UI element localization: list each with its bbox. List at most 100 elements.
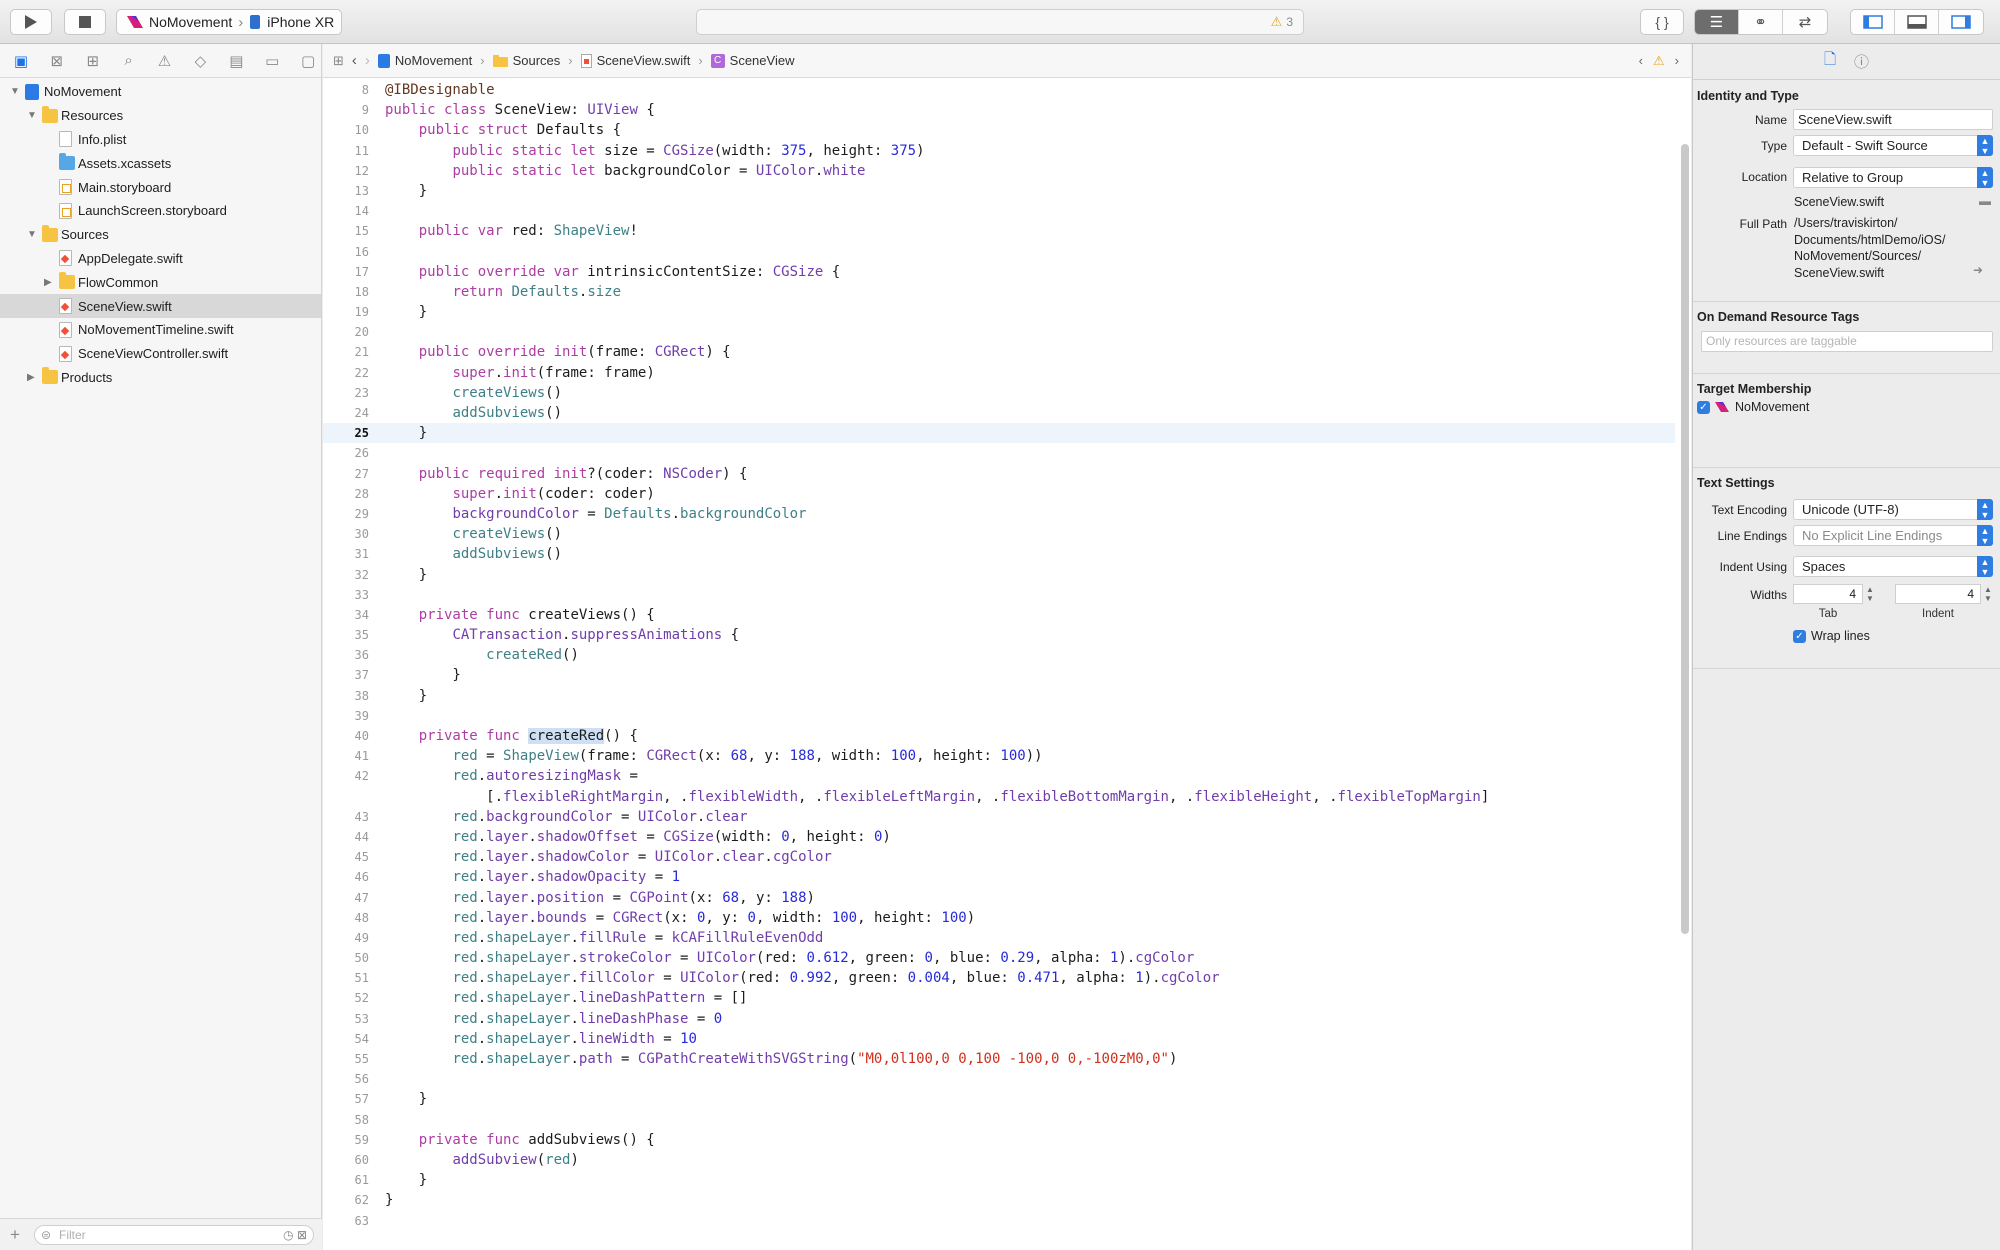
code-line[interactable]: 57 } (323, 1089, 1675, 1109)
code-line[interactable]: 55 red.shapeLayer.path = CGPathCreateWit… (323, 1049, 1675, 1069)
filter-input[interactable]: ⊜ Filter ◷ ⊠ (34, 1225, 314, 1245)
code-line[interactable]: 12 public static let backgroundColor = U… (323, 161, 1675, 181)
tab-width-field[interactable]: 4 (1793, 584, 1863, 604)
code-line[interactable]: 49 red.shapeLayer.fillRule = kCAFillRule… (323, 928, 1675, 948)
code-line[interactable]: 58 (323, 1110, 1675, 1130)
code-line[interactable]: 54 red.shapeLayer.lineWidth = 10 (323, 1029, 1675, 1049)
code-line[interactable]: 27 public required init?(coder: NSCoder)… (323, 464, 1675, 484)
code-line[interactable]: 14 (323, 201, 1675, 221)
code-line[interactable]: 59 private func addSubviews() { (323, 1130, 1675, 1150)
breadcrumb-folder[interactable]: Sources (492, 53, 560, 68)
library-button[interactable]: { } (1640, 9, 1684, 35)
issue-icon[interactable]: ⚠ (152, 52, 178, 70)
code-line[interactable]: 44 red.layer.shadowOffset = CGSize(width… (323, 827, 1675, 847)
indent-width-stepper[interactable]: ▲ ▼ (1984, 585, 1994, 603)
encoding-select[interactable]: Unicode (UTF-8) ▲ ▼ (1793, 499, 1993, 520)
code-line[interactable]: [.flexibleRightMargin, .flexibleWidth, .… (323, 787, 1675, 807)
folder-icon[interactable]: ▬ (1979, 194, 1991, 208)
file-tree-row[interactable]: Info.plist (0, 128, 321, 152)
breadcrumb-project[interactable]: NoMovement (377, 53, 472, 68)
warning-icon[interactable]: ⚠ (1653, 53, 1665, 69)
location-select[interactable]: Relative to Group ▲ ▼ (1793, 167, 1993, 188)
code-line[interactable]: 46 red.layer.shadowOpacity = 1 (323, 867, 1675, 887)
breakpoint-icon[interactable]: ▭ (259, 52, 285, 70)
toggle-inspector-button[interactable] (1939, 10, 1983, 34)
code-line[interactable]: 34 private func createViews() { (323, 605, 1675, 625)
code-line[interactable]: 30 createViews() (323, 524, 1675, 544)
code-line[interactable]: 15 public var red: ShapeView! (323, 221, 1675, 241)
code-line[interactable]: 42 red.autoresizingMask = (323, 766, 1675, 786)
source-control-icon[interactable]: ⊠ (44, 52, 70, 70)
test-icon[interactable]: ◇ (187, 52, 213, 70)
code-area[interactable]: 8 @IBDesignable 9 public class SceneView: U… (323, 80, 1675, 1231)
code-line[interactable]: 32 } (323, 565, 1675, 585)
code-line[interactable]: 48 red.layer.bounds = CGRect(x: 0, y: 0,… (323, 908, 1675, 928)
code-line[interactable]: 51 red.shapeLayer.fillColor = UIColor(re… (323, 968, 1675, 988)
code-line[interactable]: 39 (323, 706, 1675, 726)
code-line[interactable]: 36 createRed() (323, 645, 1675, 665)
code-line[interactable]: 8 @IBDesignable (323, 80, 1675, 100)
code-line[interactable]: 35 CATransaction.suppressAnimations { (323, 625, 1675, 645)
warning-indicator[interactable]: ⚠ 3 (1271, 14, 1293, 30)
target-checkbox[interactable]: ✓ (1697, 401, 1710, 414)
code-line[interactable]: 31 addSubviews() (323, 544, 1675, 564)
folder-icon[interactable]: ▣ (8, 52, 34, 70)
code-line[interactable]: 37 } (323, 665, 1675, 685)
code-line[interactable]: 29 backgroundColor = Defaults.background… (323, 504, 1675, 524)
file-tree-row[interactable]: AppDelegate.swift (0, 247, 321, 271)
code-line[interactable]: 19 } (323, 302, 1675, 322)
code-line[interactable]: 63 (323, 1211, 1675, 1231)
file-tree-row[interactable]: SceneView.swift (0, 294, 321, 318)
code-line[interactable]: 50 red.shapeLayer.strokeColor = UIColor(… (323, 948, 1675, 968)
file-tree-row[interactable]: ▼ Sources (0, 223, 321, 247)
symbol-icon[interactable]: ⊞ (80, 52, 106, 70)
code-line[interactable]: 52 red.shapeLayer.lineDashPattern = [] (323, 988, 1675, 1008)
version-editor-button[interactable]: ⇄ (1783, 10, 1827, 34)
file-tree-row[interactable]: ▶ FlowCommon (0, 270, 321, 294)
tab-width-stepper[interactable]: ▲ ▼ (1866, 585, 1876, 603)
code-line[interactable]: 53 red.shapeLayer.lineDashPhase = 0 (323, 1009, 1675, 1029)
assistant-editor-button[interactable]: ⚭ (1739, 10, 1783, 34)
code-line[interactable]: 21 public override init(frame: CGRect) { (323, 342, 1675, 362)
wrap-lines-checkbox[interactable]: ✓ (1793, 630, 1806, 643)
debug-icon[interactable]: ▤ (223, 52, 249, 70)
file-tree-row[interactable]: SceneViewController.swift (0, 342, 321, 366)
toggle-navigator-button[interactable] (1851, 10, 1895, 34)
disclosure-open-icon[interactable]: ▼ (27, 229, 37, 240)
stop-button[interactable] (64, 9, 106, 35)
code-line[interactable]: 62} (323, 1190, 1675, 1210)
code-line[interactable]: 11 public static let size = CGSize(width… (323, 141, 1675, 161)
code-line[interactable]: 61 } (323, 1170, 1675, 1190)
code-line[interactable]: 41 red = ShapeView(frame: CGRect(x: 68, … (323, 746, 1675, 766)
code-line[interactable]: 9 public class SceneView: UIView { (323, 100, 1675, 120)
file-tree-row[interactable]: ▶ Products (0, 366, 321, 390)
reveal-arrow-icon[interactable]: ➜ (1973, 263, 1983, 277)
report-icon[interactable]: ▢ (295, 52, 321, 70)
code-line[interactable]: 13 } (323, 181, 1675, 201)
run-button[interactable] (10, 9, 52, 35)
code-line[interactable]: 45 red.layer.shadowColor = UIColor.clear… (323, 847, 1675, 867)
indent-width-field[interactable]: 4 (1895, 584, 1981, 604)
disclosure-closed-icon[interactable]: ▶ (27, 372, 37, 383)
editor-scrollbar[interactable] (1681, 144, 1689, 934)
file-tree-row[interactable]: ▼ NoMovement (0, 80, 321, 104)
back-arrow-icon[interactable]: ‹ (352, 52, 357, 69)
standard-editor-button[interactable]: ☰ (1695, 10, 1739, 34)
file-tree-row[interactable]: ▼ Resources (0, 104, 321, 128)
code-line[interactable]: 47 red.layer.position = CGPoint(x: 68, y… (323, 888, 1675, 908)
disclosure-open-icon[interactable]: ▼ (27, 110, 37, 121)
forward-arrow-icon[interactable]: › (365, 52, 370, 69)
code-line[interactable]: 16 (323, 242, 1675, 262)
add-icon[interactable]: + (10, 1225, 20, 1245)
previous-issue-icon[interactable]: ‹ (1639, 53, 1643, 69)
scheme-selector[interactable]: NoMovement › iPhone XR (116, 9, 342, 35)
code-line[interactable]: 17 public override var intrinsicContentS… (323, 262, 1675, 282)
next-issue-icon[interactable]: › (1675, 53, 1679, 69)
code-line[interactable]: 20 (323, 322, 1675, 342)
breadcrumb-file[interactable]: SceneView.swift (580, 53, 690, 68)
code-line[interactable]: 26 (323, 443, 1675, 463)
help-icon[interactable]: ⓘ (1854, 51, 1869, 72)
odr-tags-field[interactable]: Only resources are taggable (1701, 331, 1993, 352)
toggle-debug-button[interactable] (1895, 10, 1939, 34)
file-tree-row[interactable]: LaunchScreen.storyboard (0, 199, 321, 223)
